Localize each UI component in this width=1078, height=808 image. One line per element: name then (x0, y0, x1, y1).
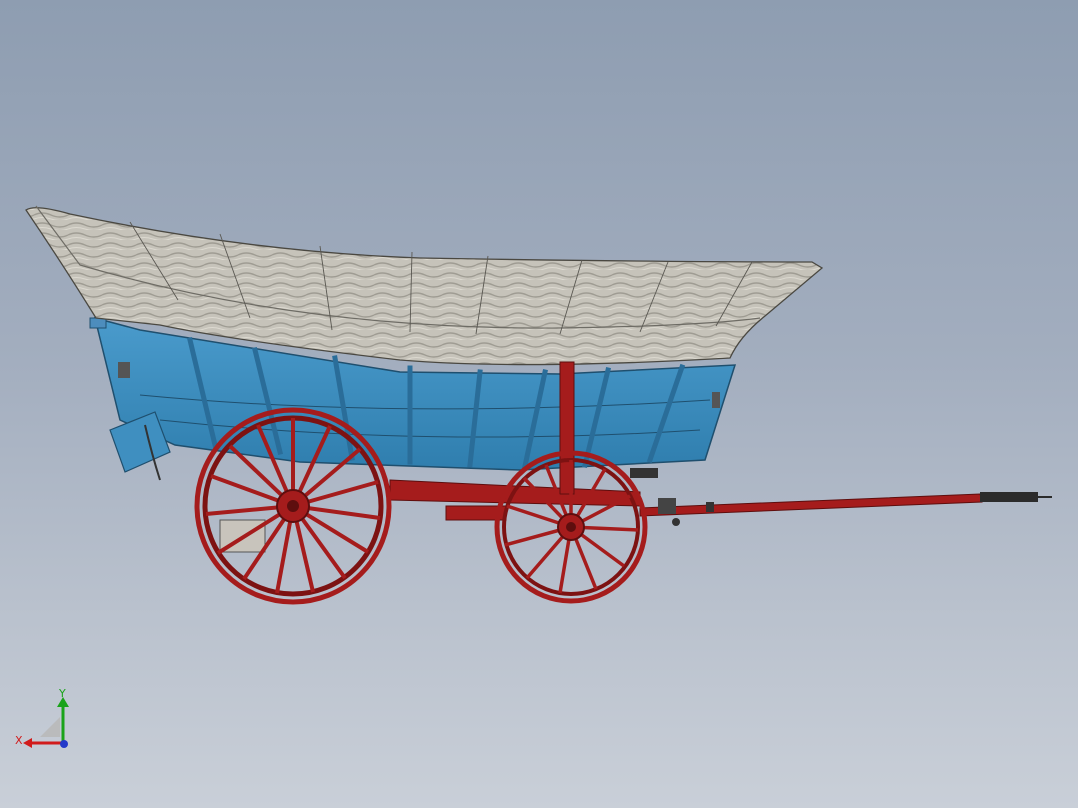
graphics-viewport[interactable]: Y X (0, 0, 1078, 808)
wagon-tongue[interactable] (639, 492, 1052, 526)
front-wheel[interactable] (494, 450, 648, 604)
wagon-model[interactable] (0, 0, 1078, 808)
y-axis-label: Y (58, 687, 66, 700)
orientation-triad: Y X (15, 687, 69, 748)
rear-wheel[interactable] (194, 407, 392, 605)
z-axis-dot (60, 740, 68, 748)
x-axis-label: X (15, 734, 23, 747)
